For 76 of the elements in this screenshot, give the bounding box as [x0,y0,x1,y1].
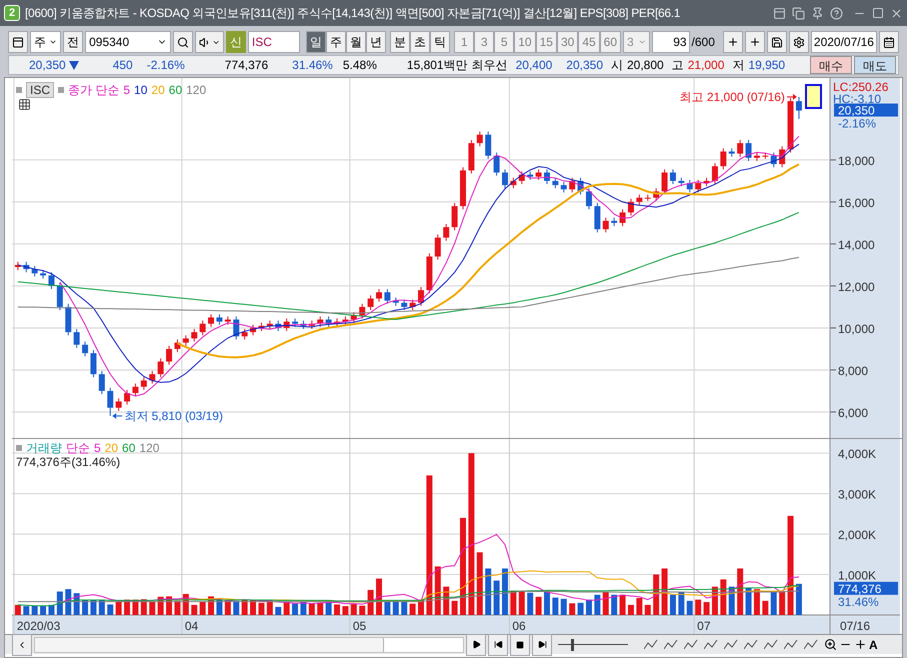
date-axis-label: 07/16 [840,619,870,633]
high-price-annotation: 최고 21,000 (07/16) [680,90,785,104]
period-tab[interactable]: 틱 [430,31,450,53]
current-volume-tag: 774,376 [834,582,898,596]
axis-tick-label: 12,000 [838,280,875,294]
code-field[interactable]: 095340 [85,31,171,53]
change-percent: -2.16% [146,57,185,74]
axis-tick-label: 16,000 [838,196,875,210]
change-percent-label: -2.16% [838,116,876,131]
legend-period: 5 [123,82,130,99]
legend-period: 20 [104,441,118,455]
open-label: 시 [611,57,623,74]
window-title: [0600] 키움종합차트 - KOSDAQ 외국인보유[311(천)] 주식수[14,143(천)] 액면[500] 자본금[71(억)] 결산[12월] EPS[308] PER[66.1 [25,5,680,22]
axis-tick-label: 3,000K [838,488,876,502]
market-dropdown[interactable]: 주 [30,31,62,53]
symbol-tag[interactable]: ISC [26,82,54,98]
bid-price: 20,350 [566,57,603,74]
axis-tick-label: 8,000 [838,364,868,378]
period-tab[interactable]: 주 [326,31,346,53]
font-button[interactable]: A [869,636,878,654]
current-price-tag: 20,350 [834,104,898,118]
low-price-annotation: 최저 5,810 (03/19) [124,408,223,423]
hc-label: HC:-3.10 [833,92,882,106]
all-button[interactable]: 전 [63,31,84,53]
buy-button[interactable]: 매수 [810,56,852,74]
legend-title: 거래량 [26,441,62,455]
legend-period: 60 [122,441,136,455]
period-tab[interactable]: 분 [390,31,410,53]
open-price: 20,800 [627,57,664,74]
axis-tick-label: 4,000K [838,447,876,462]
low-label: 저 [732,57,744,74]
date-axis-label: 07 [697,619,710,633]
legend-period: 5 [94,441,101,455]
legend-title: 종가 단순 [68,82,120,99]
count-field[interactable]: 93 [652,31,690,53]
axis-tick-label: 14,000 [838,238,875,252]
lc-label: LC:250.26 [833,80,888,94]
period-tab[interactable]: 일 [306,31,326,53]
code-value: 095340 [89,34,130,51]
current-price: 20,350 [29,57,66,74]
volume-ratio: 31.46% [292,57,333,74]
axis-tick-label: 6,000 [838,406,868,420]
high-price: 21,000 [688,57,724,74]
date-axis-label: 2020/03 [16,619,60,633]
volume-ratio-label: 31.46% [838,594,879,609]
legend-period: 60 [168,82,182,99]
legend-period: 120 [186,82,206,99]
sell-button[interactable]: 매도 [854,56,896,74]
axis-tick-label: 10,000 [838,322,875,336]
window-badge: 2 [4,5,20,21]
period-tab[interactable]: 월 [346,31,366,53]
volume-summary: 774,376주(31.46%) [16,455,122,469]
legend-subtitle: 단순 [66,441,90,455]
high-label: 고 [672,57,684,74]
date-field[interactable]: 2020/07/16 [810,31,877,53]
turnover-rate: 5.48% [342,57,377,74]
price-change: 450 [112,57,133,74]
legend-period: 10 [134,82,148,99]
axis-tick-label: 18,000 [838,154,875,168]
trade-amount: 15,801백만 [406,57,468,74]
legend-period: 120 [139,441,160,455]
period-tab[interactable]: 초 [410,31,430,53]
ask-price: 20,400 [516,57,552,74]
count-max-label: /600 [692,34,715,51]
low-price: 19,950 [748,57,786,74]
new-badge: 신 [226,31,246,53]
name-field[interactable]: ISC [248,31,300,53]
date-axis-label: 05 [352,619,366,633]
volume-value: 774,376 [224,57,268,74]
best-quote-label: 최우선 [472,57,508,74]
axis-tick-label: 1,000K [838,568,876,583]
axis-tick-label: 2,000K [838,528,876,542]
period-tab[interactable]: 년 [366,31,386,53]
date-axis-label: 04 [184,619,198,633]
date-axis-label: 06 [512,619,526,633]
legend-period: 20 [151,82,165,99]
